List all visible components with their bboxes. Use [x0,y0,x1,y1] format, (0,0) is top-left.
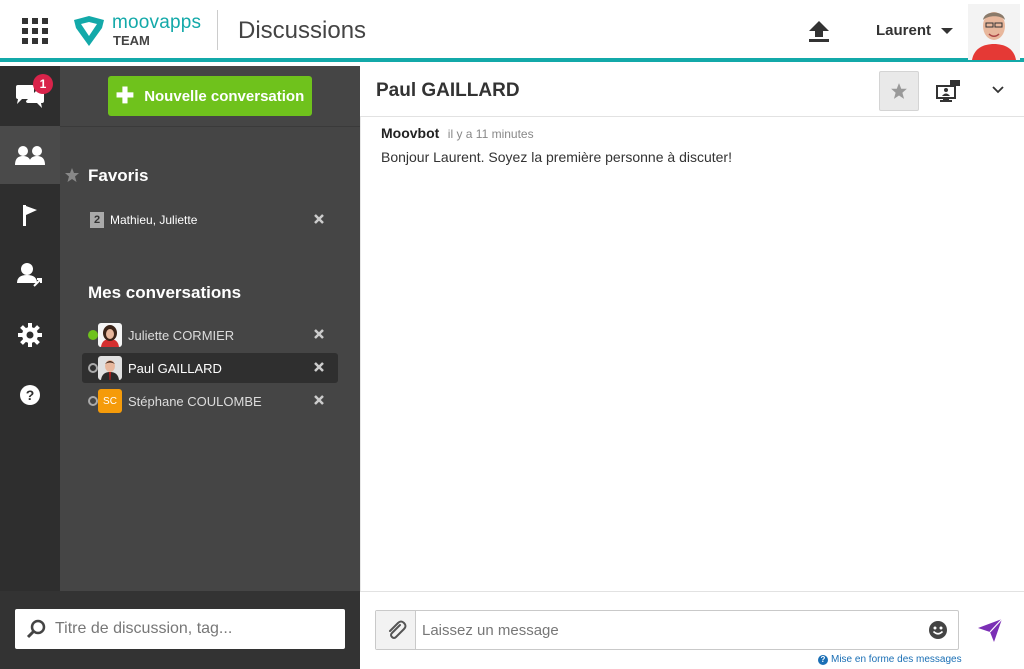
moovapps-logo: moovapps TEAM [72,12,202,52]
user-avatar[interactable] [968,4,1020,60]
help-icon: ? [20,385,40,405]
user-menu[interactable]: Laurent [876,22,954,39]
moovapps-logo-mark [74,16,104,46]
chevron-down-icon [992,86,1004,94]
new-conversation-button[interactable]: ✚ Nouvelle conversation [108,76,312,116]
star-icon [891,83,907,99]
message: Moovbot il y a 11 minutes Bonjour Lauren… [381,125,732,165]
apps-grid-icon[interactable] [22,18,48,44]
message-time: il y a 11 minutes [447,127,534,141]
upload-icon[interactable] [806,18,832,44]
svg-text:?: ? [26,387,35,403]
close-icon[interactable] [312,327,326,341]
favorite-button[interactable] [879,71,919,111]
new-conversation-label: Nouvelle conversation [144,87,305,105]
conversation-name: Paul GAILLARD [128,360,222,376]
logo-text: moovapps [112,12,202,33]
format-help-label: Mise en forme des messages [831,654,962,665]
emoji-icon[interactable] [928,620,948,640]
format-help-link[interactable]: ? Mise en forme des messages [818,654,962,665]
conversation-item[interactable]: SC Stéphane COULOMBE [82,386,338,416]
sidebar-item-contacts[interactable] [0,126,60,184]
conversation-item-selected[interactable]: Paul GAILLARD [82,353,338,383]
app-title: Discussions [238,17,367,44]
paperclip-icon [388,620,406,639]
help-icon: ? [818,654,828,665]
avatar-initials: SC [98,389,122,413]
attach-button[interactable] [376,611,416,649]
header-divider [217,10,218,50]
avatar [98,323,122,347]
icon-sidebar: 1 ? [0,66,60,591]
avatar [98,356,122,380]
chevron-down-icon [941,27,954,34]
flag-icon [23,205,37,226]
gear-icon [18,323,42,347]
member-count: 2 [90,212,104,228]
star-icon [65,168,79,182]
screen-share-button[interactable] [934,78,962,104]
close-icon[interactable] [312,393,326,407]
search-box [15,609,345,649]
plus-icon: ✚ [115,83,135,108]
conversation-item[interactable]: Juliette CORMIER [82,320,338,350]
conversation-list-panel: ✚ Nouvelle conversation Favoris 2 Mathie… [60,66,360,591]
message-author: Moovbot [381,125,440,141]
contacts-icon [15,146,45,165]
favorite-item[interactable]: 2 Mathieu, Juliette [82,205,338,235]
chat-title: Paul GAILLARD [376,80,520,101]
chat-options-button[interactable] [990,82,1006,98]
message-list: Moovbot il y a 11 minutes Bonjour Lauren… [360,117,1024,591]
message-input[interactable] [422,621,922,639]
status-offline-icon [88,396,98,406]
favorite-name: Mathieu, Juliette [110,213,198,227]
top-header: moovapps TEAM Discussions Laurent [0,0,1024,62]
unread-badge: 1 [33,74,53,94]
message-composer: ? Mise en forme des messages [360,591,1024,669]
close-icon[interactable] [312,212,326,226]
send-icon[interactable] [976,616,1004,644]
status-online-icon [88,330,98,340]
screen-share-icon [936,80,960,102]
list-divider [60,126,360,127]
message-text: Bonjour Laurent. Soyez la première perso… [381,149,732,165]
sidebar-item-discussions[interactable]: 1 [0,68,60,126]
composer-box [375,610,959,650]
status-offline-icon [88,363,98,373]
sidebar-item-share[interactable] [0,246,60,304]
chat-header: Paul GAILLARD [360,66,1024,117]
search-input[interactable] [55,620,335,638]
favorites-title: Favoris [88,166,149,185]
sidebar-item-settings[interactable] [0,306,60,364]
sidebar-item-help[interactable]: ? [0,366,60,424]
close-icon[interactable] [312,360,326,374]
my-conversations-title: Mes conversations [88,283,242,302]
user-name: Laurent [876,22,932,39]
conversation-name: Juliette CORMIER [128,327,235,343]
conversation-name: Stéphane COULOMBE [128,393,262,409]
search-icon [26,619,46,639]
user-share-icon [17,263,42,287]
search-footer [0,591,360,669]
logo-subtext: TEAM [113,33,150,48]
sidebar-item-flags[interactable] [0,186,60,244]
